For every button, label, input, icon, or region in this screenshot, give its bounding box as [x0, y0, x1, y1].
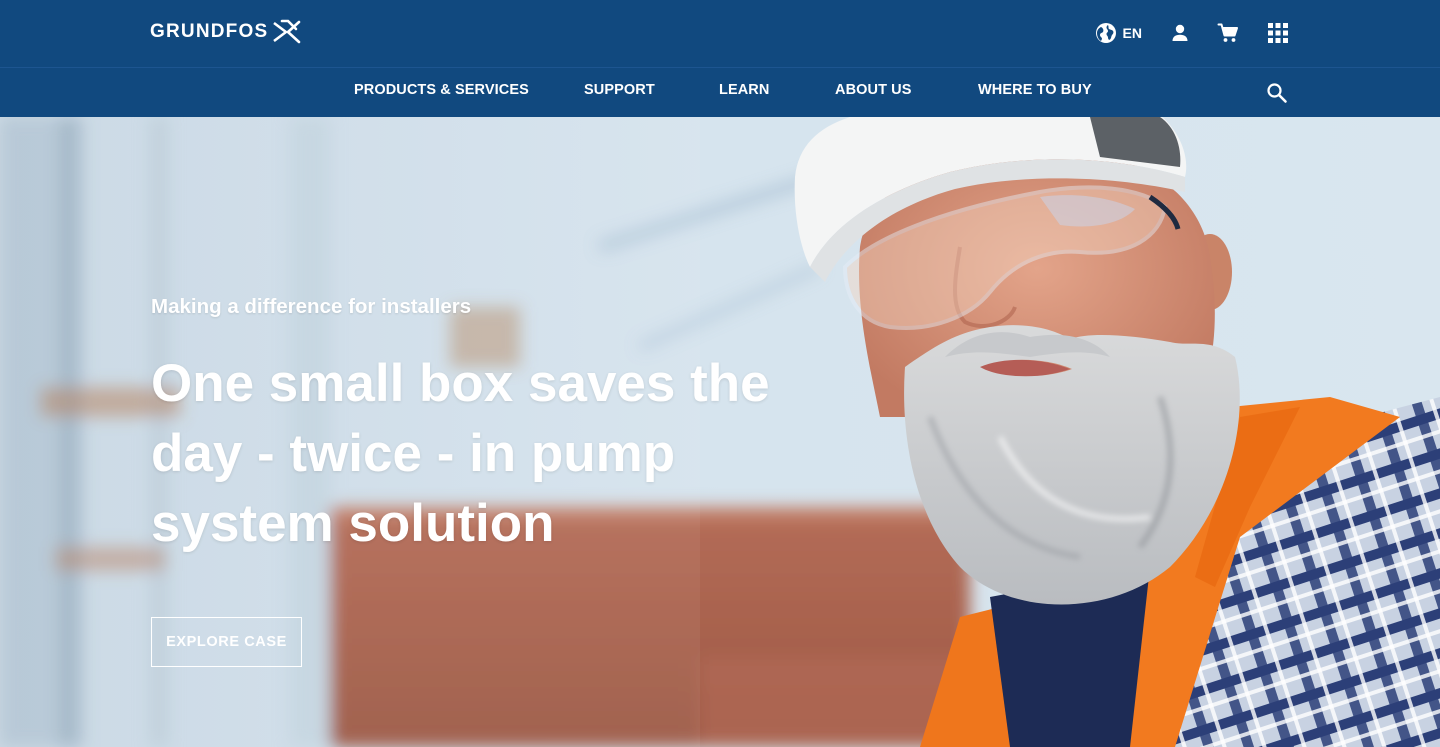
- language-selector[interactable]: EN: [1095, 22, 1142, 44]
- search-icon[interactable]: [1266, 82, 1288, 104]
- user-icon: [1172, 24, 1188, 41]
- hero-eyebrow: Making a difference for installers: [151, 295, 472, 318]
- top-bar: GRUNDFOS EN: [0, 0, 1440, 68]
- logo-wordmark: GRUNDFOS: [150, 21, 269, 42]
- user-account-button[interactable]: [1170, 23, 1190, 43]
- nav-item-learn[interactable]: LEARN: [719, 82, 769, 98]
- nav-item-about-us[interactable]: ABOUT US: [835, 82, 912, 98]
- nav-item-where-to-buy[interactable]: WHERE TO BUY: [978, 82, 1092, 98]
- nav-item-products-services[interactable]: PRODUCTS & SERVICES: [354, 82, 529, 98]
- hero-banner: Making a difference for installers One s…: [0, 117, 1440, 747]
- cart-icon: [1217, 23, 1238, 42]
- utility-menu: EN: [1095, 20, 1288, 46]
- cart-button[interactable]: [1217, 22, 1239, 44]
- apps-grid-icon: [1268, 23, 1288, 43]
- apps-menu-button[interactable]: [1268, 23, 1288, 43]
- logo-mark-icon: [273, 19, 301, 44]
- grundfos-logo[interactable]: GRUNDFOS: [150, 17, 302, 47]
- nav-item-support[interactable]: SUPPORT: [584, 82, 655, 98]
- main-navigation: PRODUCTS & SERVICES SUPPORT LEARN ABOUT …: [0, 68, 1440, 117]
- globe-icon: [1095, 23, 1116, 43]
- language-code: EN: [1122, 25, 1142, 41]
- explore-case-button[interactable]: EXPLORE CASE: [151, 617, 302, 667]
- hero-headline: One small box saves the day - twice - in…: [151, 354, 770, 553]
